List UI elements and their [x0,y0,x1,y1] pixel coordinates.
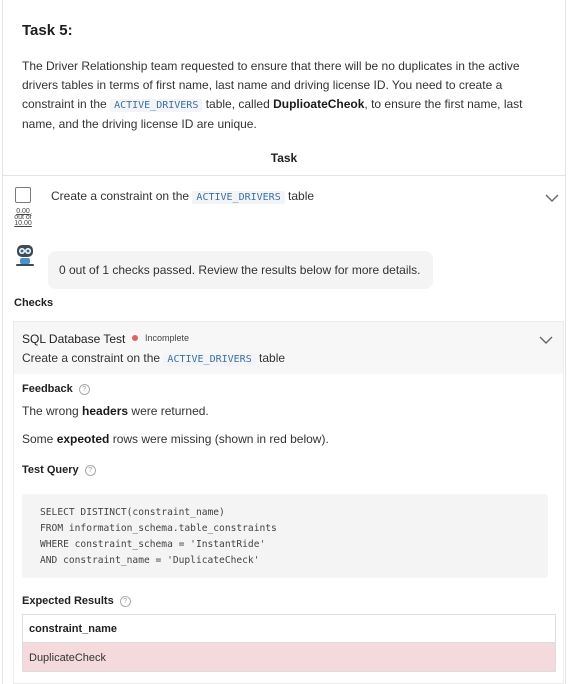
check-sub-code: ACTIVE_DRIVERS [163,353,256,366]
check-subtitle: Create a constraint on the ACTIVE_DRIVER… [22,351,286,366]
fb2-post: rows were missing (shown in red below). [109,432,329,446]
robot-avatar-icon [13,243,37,272]
test-query-code: SELECT DISTINCT(constraint_name) FROM in… [22,494,548,578]
expected-results-heading: Expected Results? [22,595,131,607]
check-sub-prefix: Create a constraint on the [22,351,164,365]
task-item-label: Create a constraint on the ACTIVE_DRIVER… [51,189,315,204]
table-header: constraint_name [23,615,555,643]
query-line: FROM information_schema.table_constraint… [40,523,277,534]
checks-label: Checks [14,297,54,309]
constraint-name: DuplioateCheok [273,97,365,111]
table-name-code: ACTIVE_DRIVERS [110,99,203,112]
task-title: Task 5: [22,22,73,39]
task-item-code: ACTIVE_DRIVERS [192,191,285,204]
check-sub-suffix: table [255,351,286,365]
task-item-prefix: Create a constraint on the [51,189,193,203]
task-section-header: Task [2,151,566,176]
task-checkbox[interactable] [15,187,31,203]
test-query-heading: Test Query? [22,464,96,476]
expected-results-table: constraint_name DuplicateCheck [22,614,556,672]
fb1-post: were returned. [128,404,209,418]
task-score: 0.00 out of 10.00 [10,208,36,227]
feedback-label: Feedback [22,383,73,395]
query-line: SELECT DISTINCT(constraint_name) [40,507,225,518]
feedback-line-2: Some expeoted rows were missing (shown i… [22,432,329,446]
status-badge: Incomplete [145,333,190,343]
help-icon[interactable]: ? [84,465,96,476]
help-icon[interactable]: ? [119,596,131,607]
fb2-bold: expeoted [56,432,110,446]
status-dot-icon [132,335,138,341]
feedback-heading: Feedback? [22,383,90,395]
fb1-bold: headers [82,404,129,418]
test-query-label: Test Query [22,464,79,476]
expected-results-label: Expected Results [22,595,114,607]
chevron-down-icon[interactable] [539,332,553,350]
feedback-line-1: The wrong headers were returned. [22,404,209,418]
check-card: SQL Database Test Incomplete Create a co… [13,321,564,684]
task-desc-text-2: table, called [202,97,274,111]
task-description: The Driver Relationship team requested t… [22,57,544,134]
chevron-down-icon[interactable] [545,190,559,208]
fb2-pre: Some [22,432,57,446]
table-row: DuplicateCheck [23,643,555,671]
fb1-pre: The wrong [22,404,83,418]
query-line: WHERE constraint_schema = 'InstantRide' [40,539,266,550]
query-line: AND constraint_name = 'DuplicateCheck' [40,555,260,566]
check-title: SQL Database Test [22,332,126,346]
score-total: 10.00 [14,220,32,227]
result-message: 0 out of 1 checks passed. Review the res… [48,251,433,289]
check-header[interactable]: SQL Database Test Incomplete Create a co… [14,322,563,374]
help-icon[interactable]: ? [78,384,90,395]
task-item-suffix: table [284,189,315,203]
